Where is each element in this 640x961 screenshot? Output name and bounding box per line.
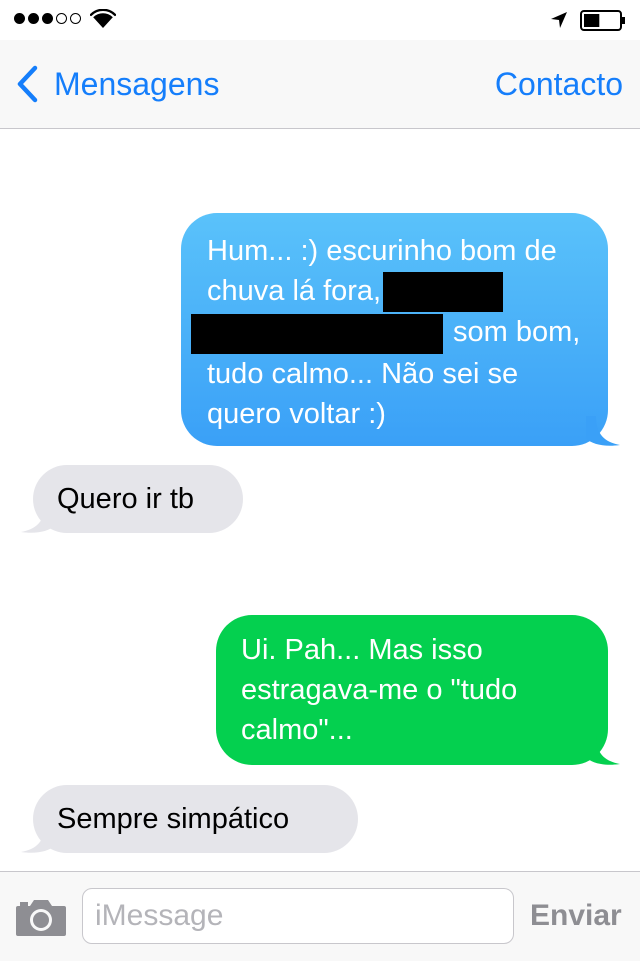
message-text: Ui. Pah... Mas isso estragava-me o "tudo… (241, 634, 518, 746)
sent-message-bubble[interactable]: Ui. Pah... Mas isso estragava-me o "tudo… (216, 615, 620, 765)
signal-dot (28, 13, 39, 24)
chevron-left-icon (17, 65, 38, 103)
location-arrow-icon (551, 12, 567, 28)
message-text: Hum... :) escurinho bom de chuva lá fora… (191, 231, 587, 434)
signal-dot (14, 13, 25, 24)
bubble-tail (586, 735, 620, 765)
signal-strength-indicator (14, 13, 81, 24)
message-text-part: Hum... :) escurinho bom de chuva lá fora… (207, 235, 557, 307)
camera-icon[interactable] (14, 896, 68, 938)
signal-dot (56, 13, 67, 24)
send-button[interactable]: Enviar (530, 896, 622, 936)
navigation-bar: Mensagens Contacto (0, 40, 640, 129)
message-text: Sempre simpático (57, 803, 290, 835)
wifi-icon (90, 9, 116, 28)
bubble-tail (21, 823, 55, 853)
message-input-bar: Enviar (0, 871, 640, 961)
received-message-bubble[interactable]: Sempre simpático (21, 785, 358, 853)
back-button[interactable]: Mensagens (14, 64, 219, 104)
status-bar (0, 0, 640, 40)
imessage-input[interactable] (82, 888, 514, 944)
signal-dot (70, 13, 81, 24)
redaction-block (191, 313, 443, 354)
message-text: Quero ir tb (57, 483, 194, 515)
bubble-tail (21, 503, 55, 533)
message-thread[interactable]: Hum... :) escurinho bom de chuva lá fora… (0, 129, 640, 871)
bubble-tail (586, 416, 620, 446)
battery-icon (580, 10, 625, 31)
contact-button[interactable]: Contacto (495, 64, 623, 104)
signal-dot (42, 13, 53, 24)
redaction-block (383, 272, 504, 313)
sent-message-bubble[interactable]: Hum... :) escurinho bom de chuva lá fora… (181, 213, 620, 446)
received-message-bubble[interactable]: Quero ir tb (21, 465, 243, 533)
back-button-label: Mensagens (54, 66, 220, 102)
